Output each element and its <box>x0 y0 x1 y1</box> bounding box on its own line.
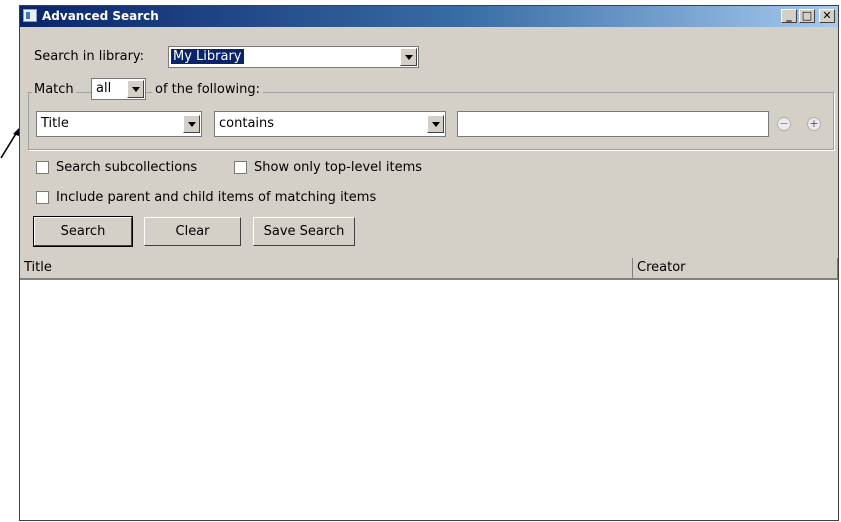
library-select[interactable]: My Library <box>168 46 419 68</box>
chevron-down-icon[interactable] <box>183 115 200 133</box>
search-subcollections-checkbox[interactable] <box>36 161 49 174</box>
condition-operator-select[interactable]: contains <box>214 111 446 137</box>
minimize-button[interactable]: _ <box>781 9 797 23</box>
include-parent-child-label: Include parent and child items of matchi… <box>56 190 377 205</box>
column-header-title[interactable]: Title <box>20 258 633 280</box>
results-list[interactable]: Title Creator <box>20 258 838 520</box>
include-parent-child-checkbox[interactable] <box>36 191 49 204</box>
condition-field-value: Title <box>41 116 69 131</box>
add-condition-icon[interactable]: + <box>807 117 821 131</box>
remove-condition-icon[interactable]: − <box>777 117 791 131</box>
top-level-only-checkbox[interactable] <box>234 161 247 174</box>
match-label: Match <box>32 82 76 97</box>
match-mode-select[interactable]: all <box>91 78 146 100</box>
condition-field-select[interactable]: Title <box>36 111 202 137</box>
top-level-only-label: Show only top-level items <box>254 160 423 175</box>
save-search-button[interactable]: Save Search <box>253 217 355 246</box>
title-bar[interactable]: Advanced Search _ □ ✕ <box>20 6 838 27</box>
app-icon <box>23 9 37 22</box>
advanced-search-window: Advanced Search _ □ ✕ Search in library:… <box>19 5 839 521</box>
library-select-value: My Library <box>171 49 244 64</box>
column-header-creator[interactable]: Creator <box>633 258 838 280</box>
match-suffix-label: of the following: <box>152 82 263 97</box>
window-title: Advanced Search <box>42 9 159 23</box>
chevron-down-icon[interactable] <box>400 48 417 66</box>
chevron-down-icon[interactable] <box>127 80 144 98</box>
maximize-button[interactable]: □ <box>799 9 815 23</box>
condition-operator-value: contains <box>219 116 275 131</box>
condition-value-input[interactable] <box>457 111 769 137</box>
match-mode-value: all <box>96 81 112 96</box>
clear-button[interactable]: Clear <box>144 217 241 246</box>
search-button[interactable]: Search <box>33 216 133 247</box>
chevron-down-icon[interactable] <box>427 115 444 133</box>
close-button[interactable]: ✕ <box>819 9 835 23</box>
library-label: Search in library: <box>34 49 145 64</box>
search-subcollections-label: Search subcollections <box>56 160 198 175</box>
